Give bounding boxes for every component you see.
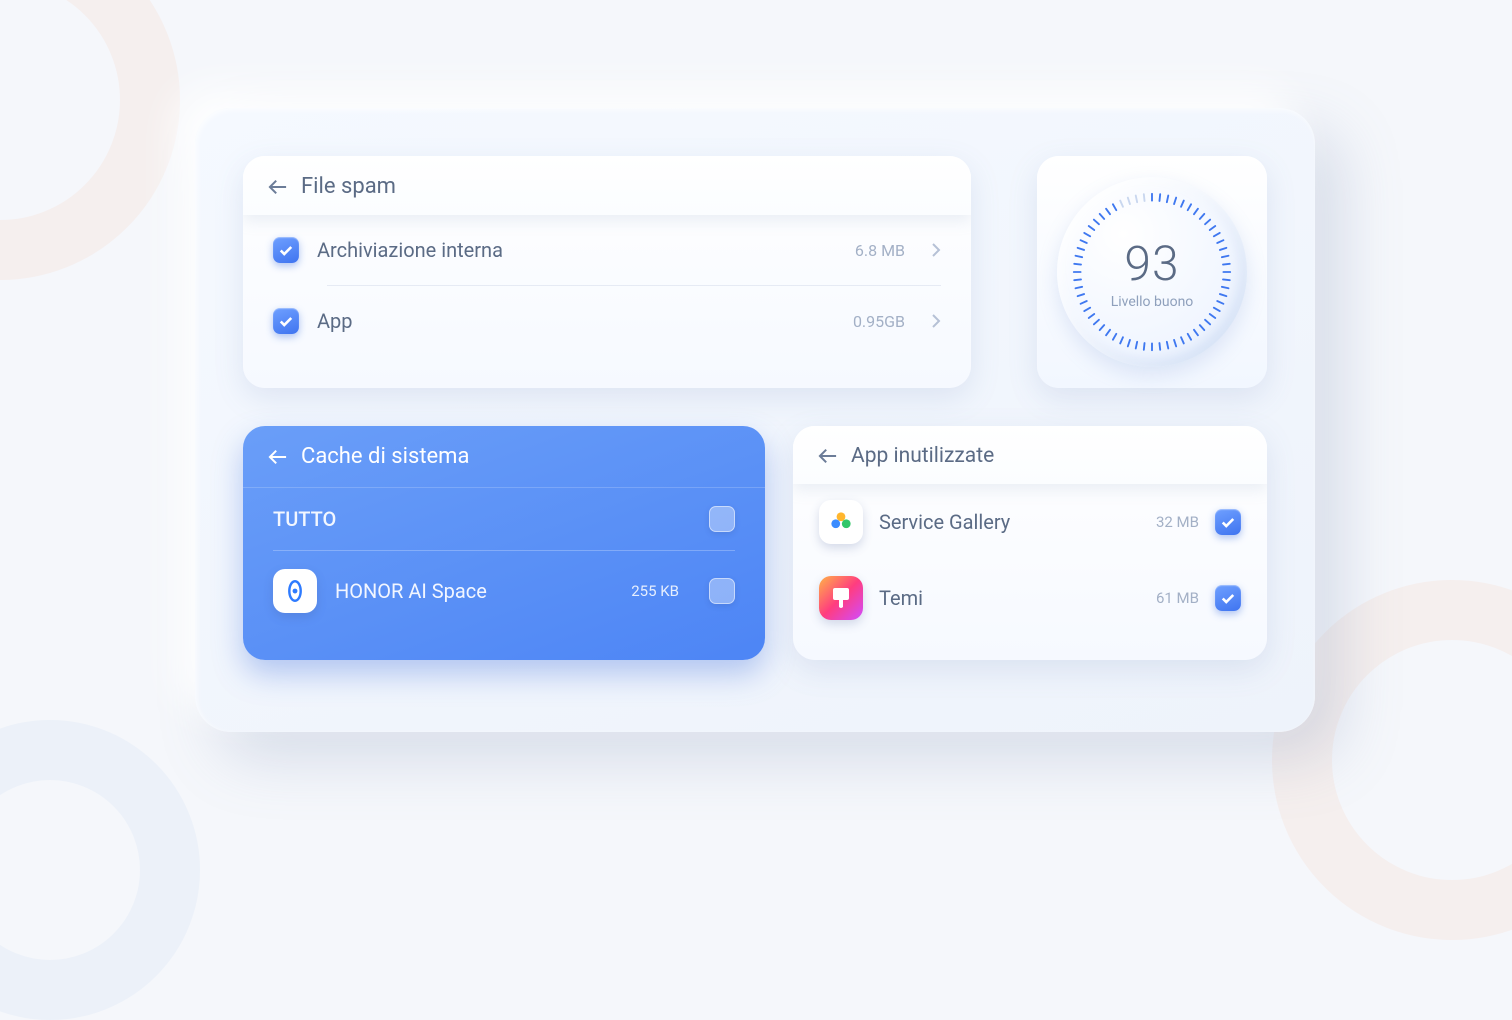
- checkbox-icon[interactable]: [709, 578, 735, 604]
- file-spam-header: File spam: [243, 156, 971, 215]
- score-gauge: 93 Livello buono: [1057, 177, 1247, 367]
- cache-card: Cache di sistema TUTTO HONOR AI Space 25…: [243, 426, 765, 660]
- file-spam-card: File spam Archiviazione interna 6.8 MB A…: [243, 156, 971, 388]
- chevron-right-icon[interactable]: [931, 242, 941, 258]
- cache-all-row[interactable]: TUTTO: [243, 488, 765, 550]
- unused-row[interactable]: Service Gallery 32 MB: [793, 484, 1267, 560]
- checkbox-icon[interactable]: [273, 237, 299, 263]
- checkbox-icon[interactable]: [1215, 585, 1241, 611]
- row-size: 6.8 MB: [855, 241, 905, 260]
- back-arrow-icon[interactable]: [267, 178, 289, 196]
- row-size: 61 MB: [1156, 589, 1199, 607]
- row-label: TUTTO: [273, 507, 691, 531]
- temi-icon: [819, 576, 863, 620]
- score-card: 93 Livello buono: [1037, 156, 1267, 388]
- row-label: Temi: [879, 586, 1140, 610]
- unused-apps-title: App inutilizzate: [851, 444, 994, 468]
- service-gallery-icon: [819, 500, 863, 544]
- unused-apps-card: App inutilizzate Service Gallery 32 MB: [793, 426, 1267, 660]
- unused-row[interactable]: Temi 61 MB: [793, 560, 1267, 636]
- dashboard-frame: File spam Archiviazione interna 6.8 MB A…: [195, 108, 1315, 732]
- checkbox-icon[interactable]: [709, 506, 735, 532]
- checkbox-icon[interactable]: [1215, 509, 1241, 535]
- checkbox-icon[interactable]: [273, 308, 299, 334]
- honor-ai-space-icon: [273, 569, 317, 613]
- row-size: 255 KB: [631, 582, 679, 600]
- cache-header: Cache di sistema: [243, 426, 765, 488]
- row-label: Archiviazione interna: [317, 238, 837, 262]
- back-arrow-icon[interactable]: [267, 448, 289, 466]
- file-spam-title: File spam: [301, 174, 396, 199]
- unused-apps-header: App inutilizzate: [793, 426, 1267, 484]
- file-spam-row[interactable]: App 0.95GB: [243, 286, 971, 356]
- row-label: App: [317, 309, 835, 333]
- cache-title: Cache di sistema: [301, 444, 469, 469]
- row-size: 32 MB: [1156, 513, 1199, 531]
- gauge-ticks-icon: [1067, 187, 1237, 357]
- file-spam-row[interactable]: Archiviazione interna 6.8 MB: [243, 215, 971, 285]
- row-label: HONOR AI Space: [335, 579, 613, 603]
- chevron-right-icon[interactable]: [931, 313, 941, 329]
- back-arrow-icon[interactable]: [817, 447, 839, 465]
- cache-row[interactable]: HONOR AI Space 255 KB: [243, 551, 765, 631]
- row-label: Service Gallery: [879, 510, 1140, 534]
- row-size: 0.95GB: [853, 312, 905, 331]
